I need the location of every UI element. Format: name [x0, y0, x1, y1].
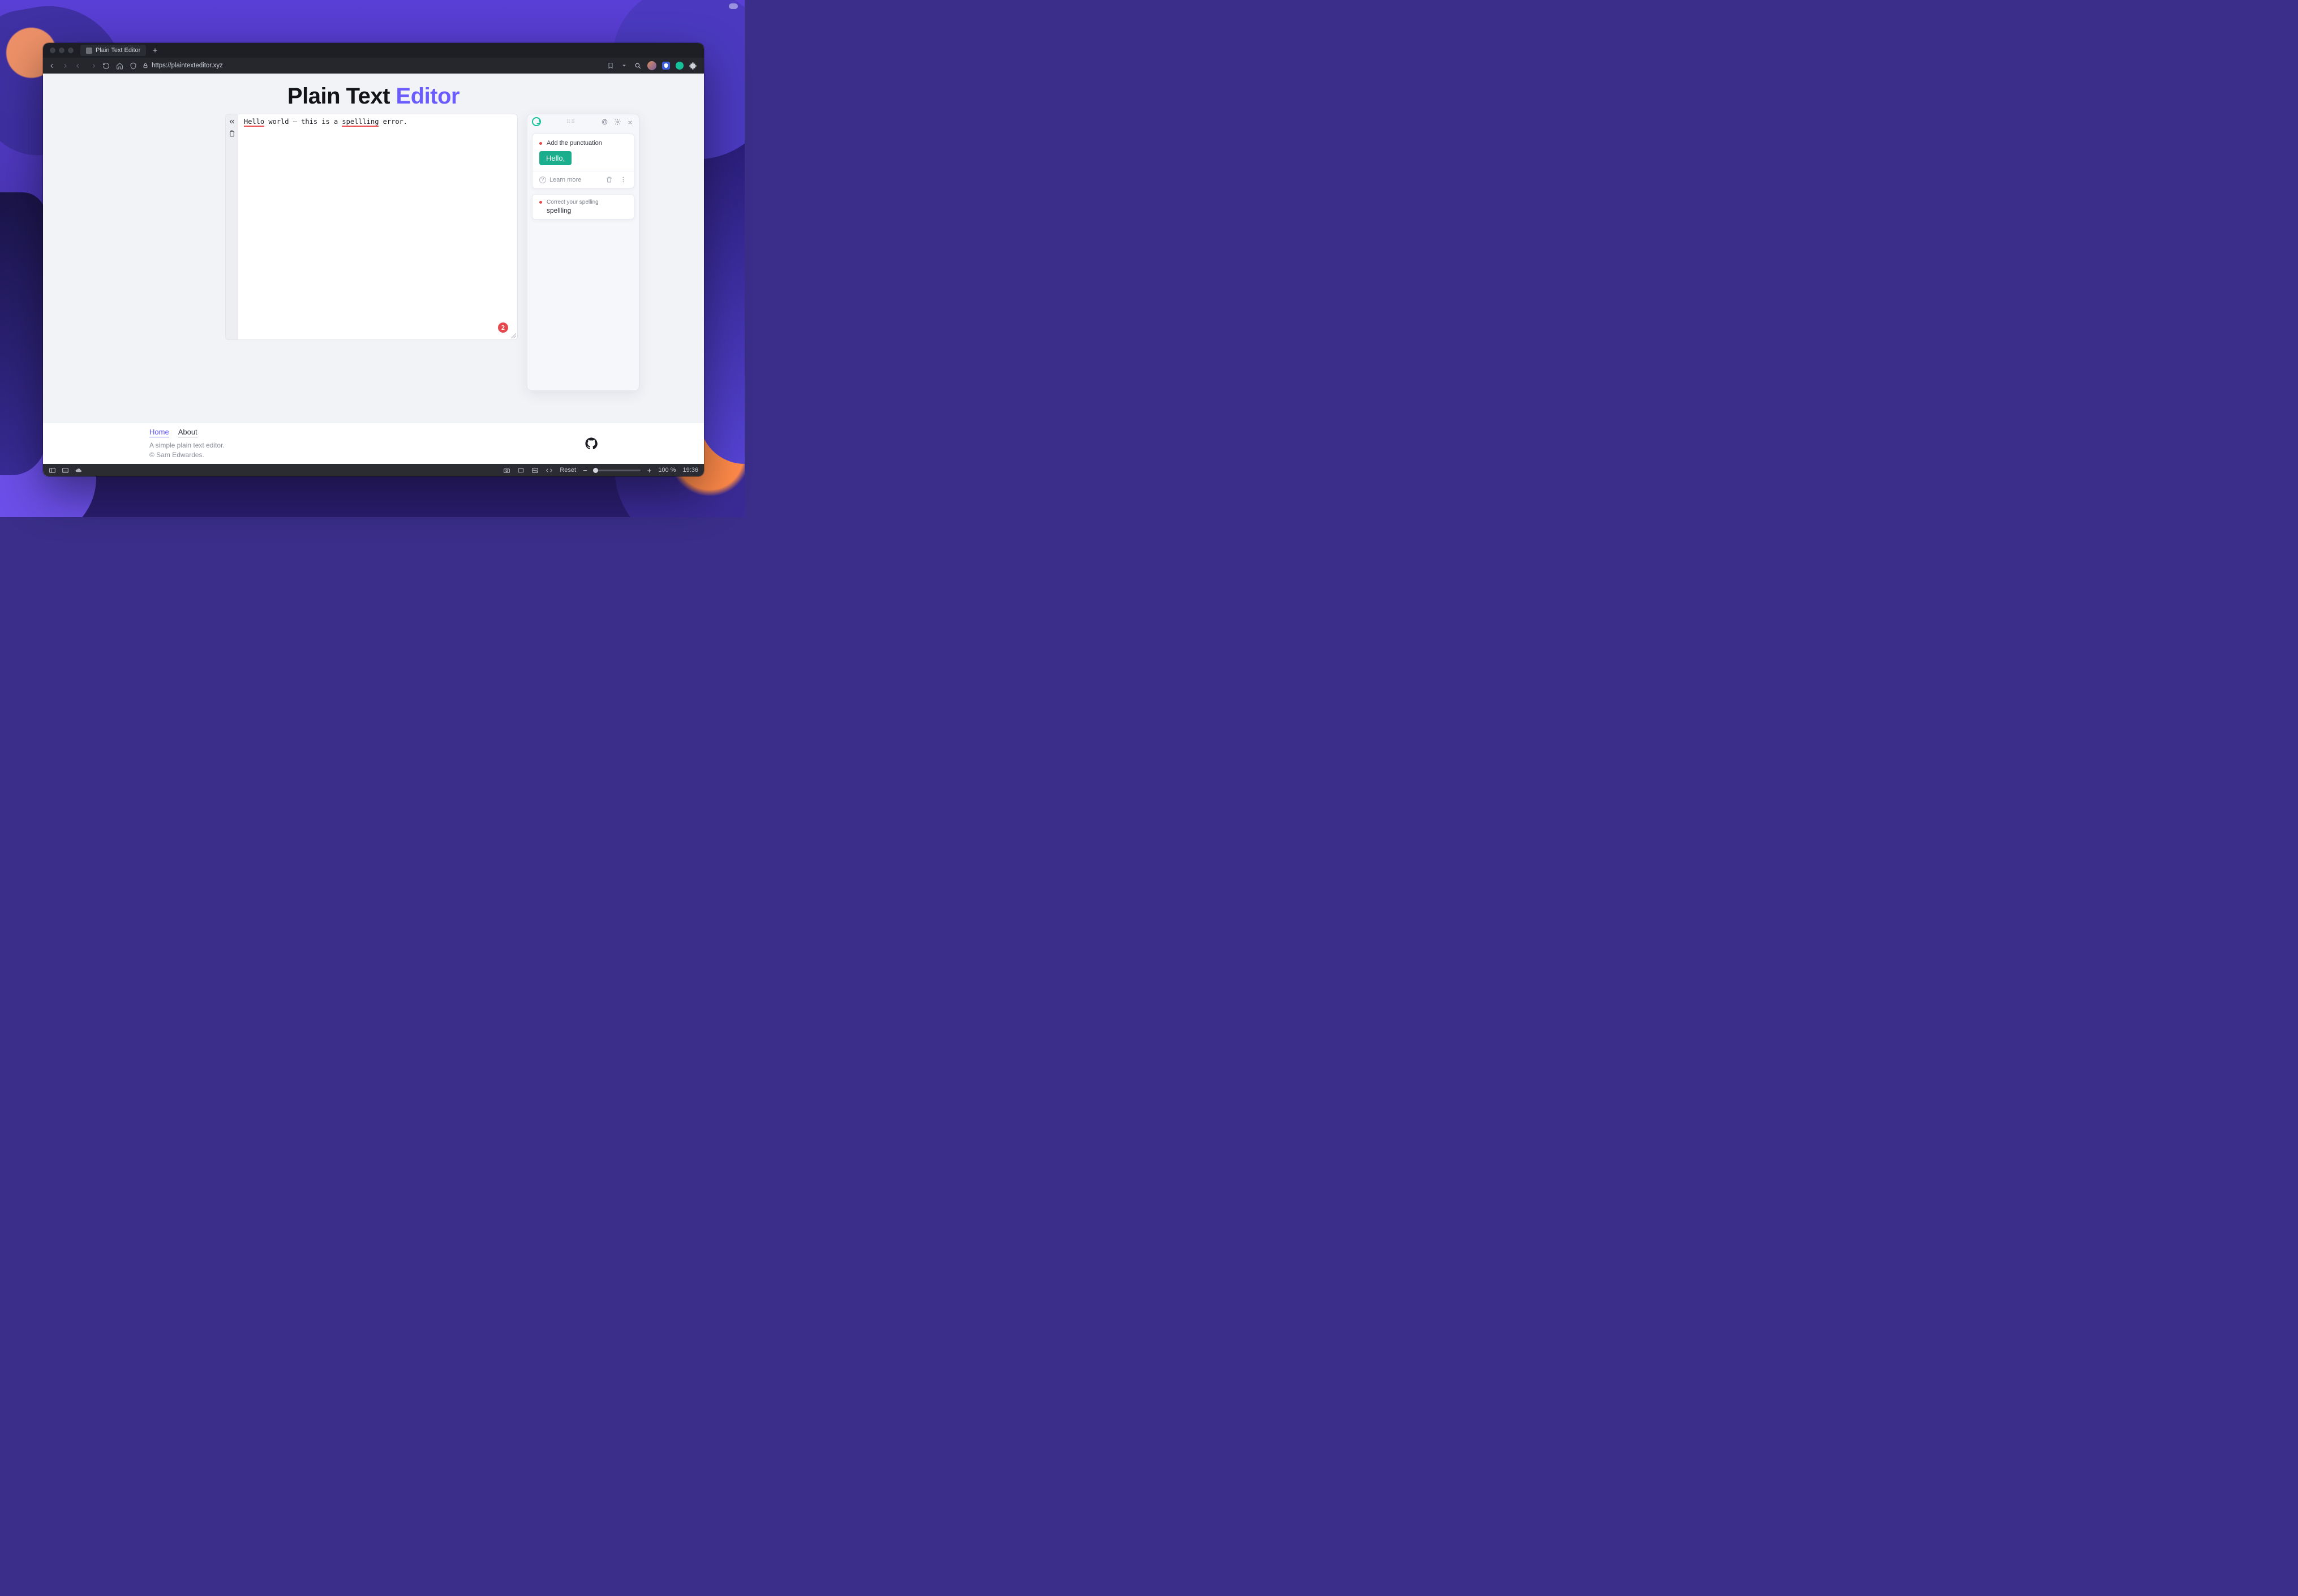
zoom-slider[interactable] — [594, 470, 641, 471]
cloud-sync-icon[interactable] — [75, 467, 82, 474]
minimize-window-button[interactable] — [59, 48, 65, 53]
footer-link-home[interactable]: Home — [149, 428, 169, 437]
tab-bar: Plain Text Editor — [43, 43, 704, 58]
tab-title: Plain Text Editor — [96, 47, 140, 54]
extensions-icon[interactable] — [689, 62, 697, 70]
footer-copyright: © Sam Edwardes. — [149, 450, 225, 460]
close-window-button[interactable] — [50, 48, 55, 53]
card-title: Correct your spelling — [547, 199, 599, 205]
footer-tagline: A simple plain text editor. — [149, 441, 225, 450]
page-header: Plain Text Editor — [43, 74, 704, 109]
grammarly-logo-icon — [532, 117, 541, 126]
collapse-icon[interactable] — [228, 118, 236, 126]
browser-tab[interactable]: Plain Text Editor — [80, 45, 146, 56]
suggestion-card-spelling[interactable]: Correct your spelling spellling — [532, 194, 634, 220]
page-title: Plain Text Editor — [43, 84, 704, 109]
severity-dot-icon — [539, 201, 542, 204]
footer-nav: Home About — [149, 428, 225, 437]
zoom-out-button[interactable]: − — [583, 467, 587, 474]
browser-toolbar: https://plaintexteditor.xyz — [43, 58, 704, 74]
editor-textarea[interactable]: Hello world — this is a spellling error.… — [238, 114, 517, 339]
flagged-word-spelling[interactable]: spellling — [342, 118, 379, 127]
clock: 19:36 — [682, 467, 698, 474]
error-count-badge[interactable]: 2 — [498, 322, 508, 333]
maximize-window-button[interactable] — [68, 48, 74, 53]
trash-icon[interactable] — [605, 176, 613, 183]
dropdown-icon[interactable] — [620, 62, 628, 70]
grammarly-panel: ⠿⠿ Add the punctuation Hello, ? — [527, 114, 639, 391]
shield-icon[interactable] — [129, 62, 137, 70]
extension-bitwarden-icon[interactable] — [662, 62, 670, 70]
settings-icon[interactable] — [614, 118, 621, 126]
zoom-in-button[interactable]: + — [647, 467, 652, 474]
close-icon[interactable] — [627, 118, 634, 126]
flagged-text: spellling — [547, 207, 627, 214]
goals-icon[interactable] — [601, 118, 608, 126]
drag-handle-icon[interactable]: ⠿⠿ — [566, 119, 576, 125]
bookmark-icon[interactable] — [607, 62, 615, 70]
lock-icon — [143, 63, 148, 68]
flagged-word-hello[interactable]: Hello — [244, 118, 264, 127]
search-icon[interactable] — [634, 62, 642, 70]
address-bar[interactable]: https://plaintexteditor.xyz — [143, 62, 601, 69]
forward-button[interactable] — [61, 62, 69, 70]
resize-handle[interactable] — [510, 333, 516, 338]
browser-status-bar: Reset − + 100 % 19:36 — [43, 464, 704, 476]
more-icon[interactable] — [620, 176, 627, 183]
tab-favicon — [86, 48, 92, 54]
extension-grammarly-icon[interactable] — [676, 62, 684, 70]
zoom-level: 100 % — [658, 467, 676, 474]
device-icon[interactable] — [517, 467, 525, 474]
panel-left-icon[interactable] — [49, 467, 56, 474]
clipboard-icon[interactable] — [228, 130, 236, 138]
code-icon[interactable] — [545, 467, 553, 474]
card-title: Add the punctuation — [547, 140, 602, 147]
github-icon[interactable] — [585, 437, 598, 450]
help-icon: ? — [539, 177, 546, 183]
camera-icon[interactable] — [503, 467, 510, 474]
cloud-icon — [729, 3, 738, 9]
back-button[interactable] — [48, 62, 55, 70]
suggestion-card-punctuation: Add the punctuation Hello, ? Learn more — [532, 134, 634, 188]
page-footer: Home About A simple plain text editor. ©… — [43, 423, 704, 464]
browser-window: Plain Text Editor https://plaintextedito… — [43, 43, 704, 476]
apply-suggestion-button[interactable]: Hello, — [539, 151, 572, 165]
home-button[interactable] — [115, 62, 123, 70]
grammarly-header: ⠿⠿ — [527, 114, 639, 129]
reload-button[interactable] — [102, 62, 110, 70]
footer-link-about[interactable]: About — [178, 428, 197, 437]
image-icon[interactable] — [531, 467, 539, 474]
page-content: Plain Text Editor Hello world — this is … — [43, 74, 704, 476]
window-controls[interactable] — [48, 48, 76, 53]
severity-dot-icon — [539, 142, 542, 145]
fast-forward-button[interactable] — [88, 62, 96, 70]
new-tab-button[interactable] — [151, 46, 160, 55]
macos-menubar — [0, 0, 745, 12]
panel-bottom-icon[interactable] — [62, 467, 69, 474]
rewind-button[interactable] — [75, 62, 83, 70]
editor-gutter — [226, 114, 238, 339]
avatar-icon[interactable] — [647, 61, 656, 70]
url-text: https://plaintexteditor.xyz — [152, 62, 223, 69]
learn-more-link[interactable]: ? Learn more — [539, 177, 581, 183]
text-editor: Hello world — this is a spellling error.… — [225, 114, 518, 340]
reset-zoom-button[interactable]: Reset — [560, 467, 576, 474]
